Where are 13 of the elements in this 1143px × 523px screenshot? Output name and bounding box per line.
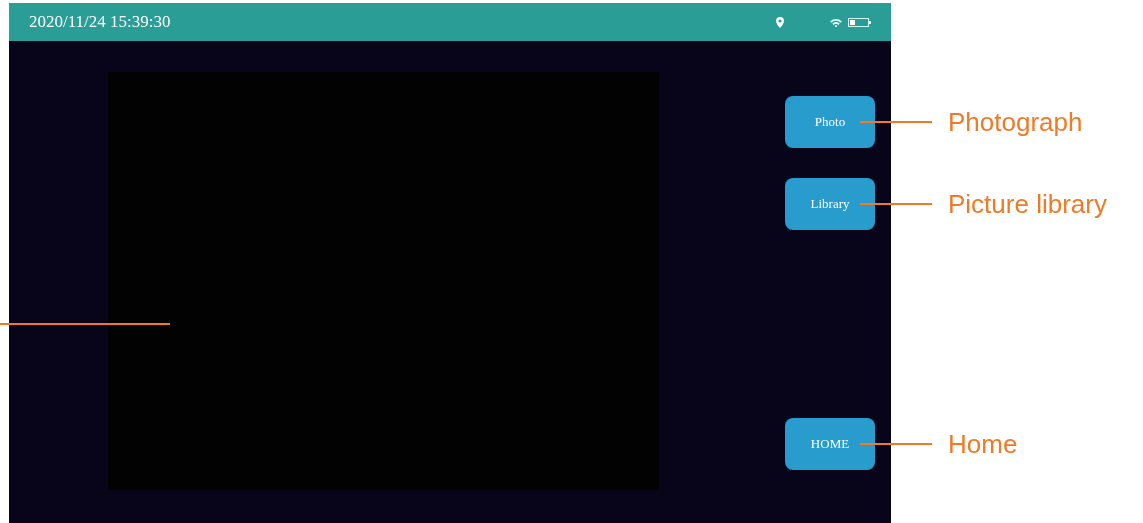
location-pin-icon: [776, 16, 784, 28]
screen-button[interactable]: Library: [785, 178, 875, 230]
screen-button[interactable]: HOME: [785, 418, 875, 470]
battery-icon: [848, 17, 871, 27]
leader-line: [860, 121, 932, 123]
callout-label: Photograph: [948, 109, 1083, 135]
leader-line: [860, 203, 932, 205]
screen-button[interactable]: Photo: [785, 96, 875, 148]
leader-line: [860, 443, 932, 445]
wifi-icon: [830, 17, 842, 27]
callout-label: Home: [948, 431, 1018, 457]
status-datetime: 2020/11/24 15:39:30: [29, 11, 171, 34]
callout-label: Picture library: [948, 191, 1107, 217]
